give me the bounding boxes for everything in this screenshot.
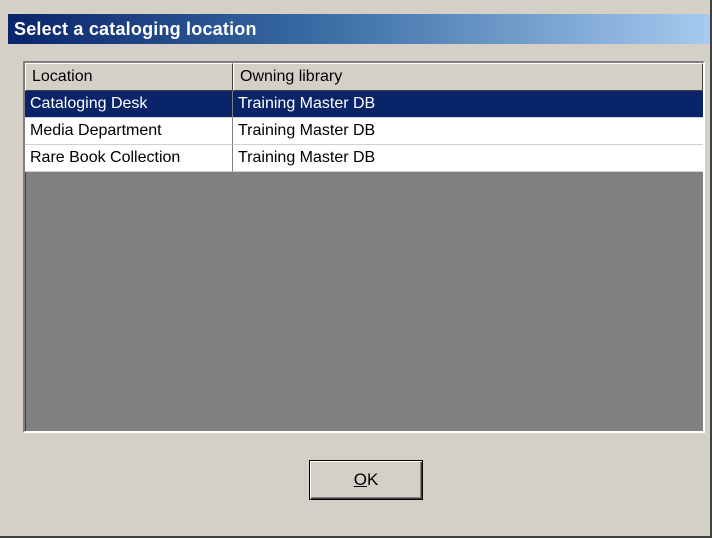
location-cell: Rare Book Collection	[25, 145, 233, 172]
ok-button-label: OK	[354, 470, 379, 490]
list-row-cataloging-desk[interactable]: Cataloging Desk Training Master DB	[25, 91, 703, 118]
column-header-owning-library[interactable]: Owning library	[233, 63, 703, 91]
location-cell: Media Department	[25, 118, 233, 145]
ok-mnemonic: O	[353, 470, 367, 489]
list-row-rare-book-collection[interactable]: Rare Book Collection Training Master DB	[25, 145, 703, 172]
location-list[interactable]: Location Owning library Cataloging Desk …	[23, 61, 705, 433]
owning-library-cell: Training Master DB	[233, 118, 703, 145]
owning-library-cell: Training Master DB	[233, 91, 703, 118]
ok-label-rest: K	[366, 470, 379, 489]
column-header-location[interactable]: Location	[25, 63, 233, 91]
ok-button[interactable]: OK	[309, 460, 423, 500]
location-cell: Cataloging Desk	[25, 91, 233, 118]
list-row-media-department[interactable]: Media Department Training Master DB	[25, 118, 703, 145]
title-bar[interactable]: Select a cataloging location	[8, 14, 710, 44]
owning-library-cell: Training Master DB	[233, 145, 703, 172]
cataloging-location-dialog: Select a cataloging location Location Ow…	[0, 0, 712, 538]
list-header: Location Owning library	[25, 63, 703, 91]
dialog-title: Select a cataloging location	[14, 18, 257, 39]
